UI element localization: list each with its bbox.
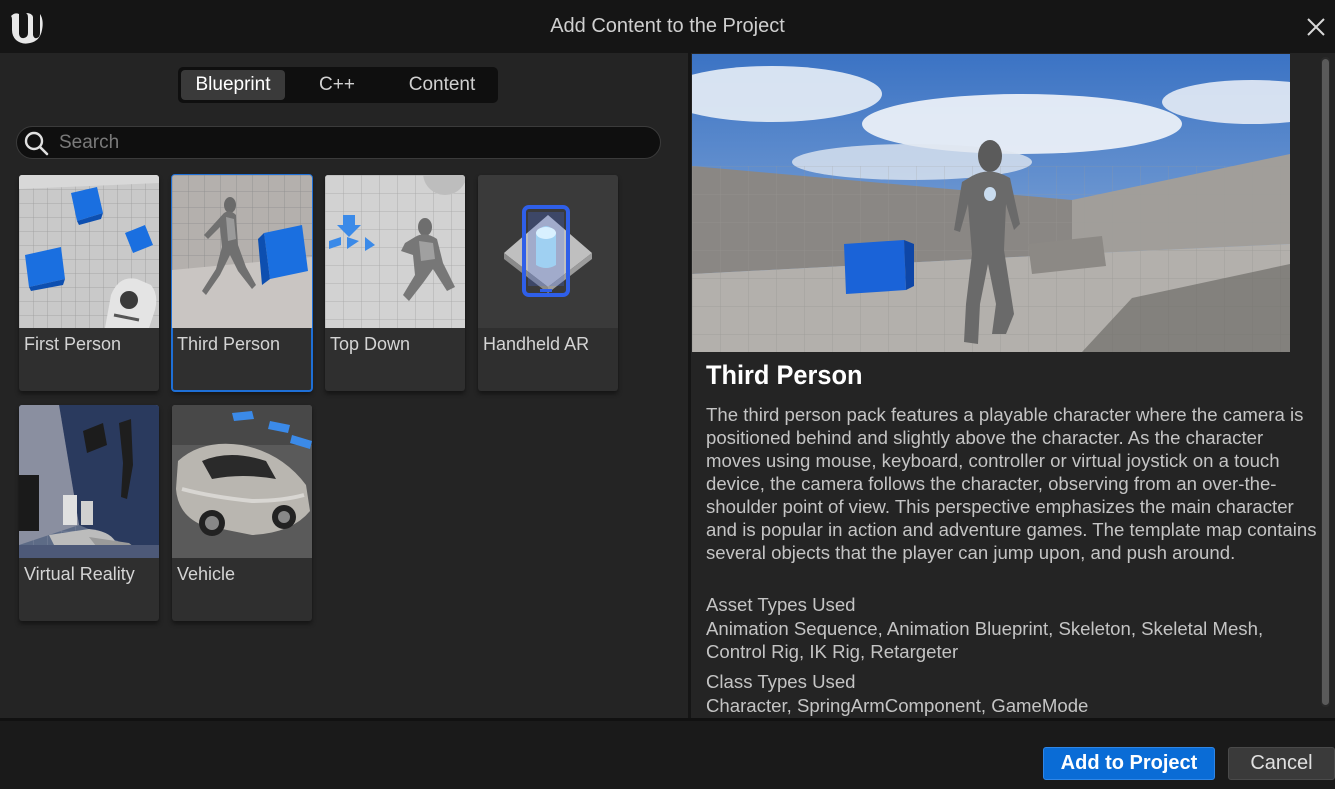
template-tile-virtual-reality[interactable]: Virtual Reality <box>19 405 159 621</box>
tile-label: Vehicle <box>177 564 236 584</box>
template-tile-first-person[interactable]: First Person <box>19 175 159 391</box>
template-tile-third-person[interactable]: Third Person <box>171 174 313 392</box>
scrollbar-thumb[interactable] <box>1322 59 1329 705</box>
dialog-footer: Add to Project Cancel <box>0 718 1335 789</box>
tile-label: Virtual Reality <box>24 564 135 584</box>
template-description: The third person pack features a playabl… <box>706 404 1317 563</box>
search-bar[interactable] <box>16 126 661 159</box>
template-tile-top-down[interactable]: Top Down <box>325 175 465 391</box>
tile-label: Handheld AR <box>483 334 590 354</box>
virtual-reality-thumbnail <box>19 405 159 558</box>
template-details: Third Person The third person pack featu… <box>691 53 1335 718</box>
tab-blueprint[interactable]: Blueprint <box>181 70 285 100</box>
add-to-project-button[interactable]: Add to Project <box>1043 747 1215 780</box>
first-person-thumbnail <box>19 175 159 328</box>
handheld-ar-thumbnail <box>478 175 618 328</box>
title-bar: Add Content to the Project <box>0 0 1335 53</box>
vehicle-thumbnail <box>172 405 312 558</box>
third-person-thumbnail <box>172 175 312 328</box>
cancel-button[interactable]: Cancel <box>1228 747 1335 780</box>
close-button[interactable] <box>1301 12 1331 42</box>
template-title: Third Person <box>706 360 863 390</box>
top-down-thumbnail <box>325 175 465 328</box>
class-types-heading: Class Types Used <box>706 671 856 692</box>
tile-label: Third Person <box>177 334 281 354</box>
close-icon <box>1307 18 1325 36</box>
details-scrollbar[interactable] <box>1321 57 1330 707</box>
dialog-title: Add Content to the Project <box>550 15 785 37</box>
template-browser: Blueprint C++ Content Search First Perso… <box>0 53 689 718</box>
asset-types-heading: Asset Types Used <box>706 594 856 615</box>
template-tile-handheld-ar[interactable]: Handheld AR <box>478 175 618 391</box>
language-tabs: Blueprint C++ Content <box>178 67 498 103</box>
tab-content[interactable]: Content <box>389 70 495 100</box>
tile-label: First Person <box>24 334 122 354</box>
template-tile-vehicle[interactable]: Vehicle <box>172 405 312 621</box>
asset-types-list: Animation Sequence, Animation Blueprint,… <box>706 618 1264 662</box>
search-input[interactable] <box>59 131 619 154</box>
tile-label: Top Down <box>330 334 411 354</box>
tab-cpp[interactable]: C++ <box>285 70 389 100</box>
template-preview-image <box>692 54 1290 352</box>
search-icon <box>24 131 49 155</box>
class-types-list: Character, SpringArmComponent, GameMode <box>706 695 1089 716</box>
